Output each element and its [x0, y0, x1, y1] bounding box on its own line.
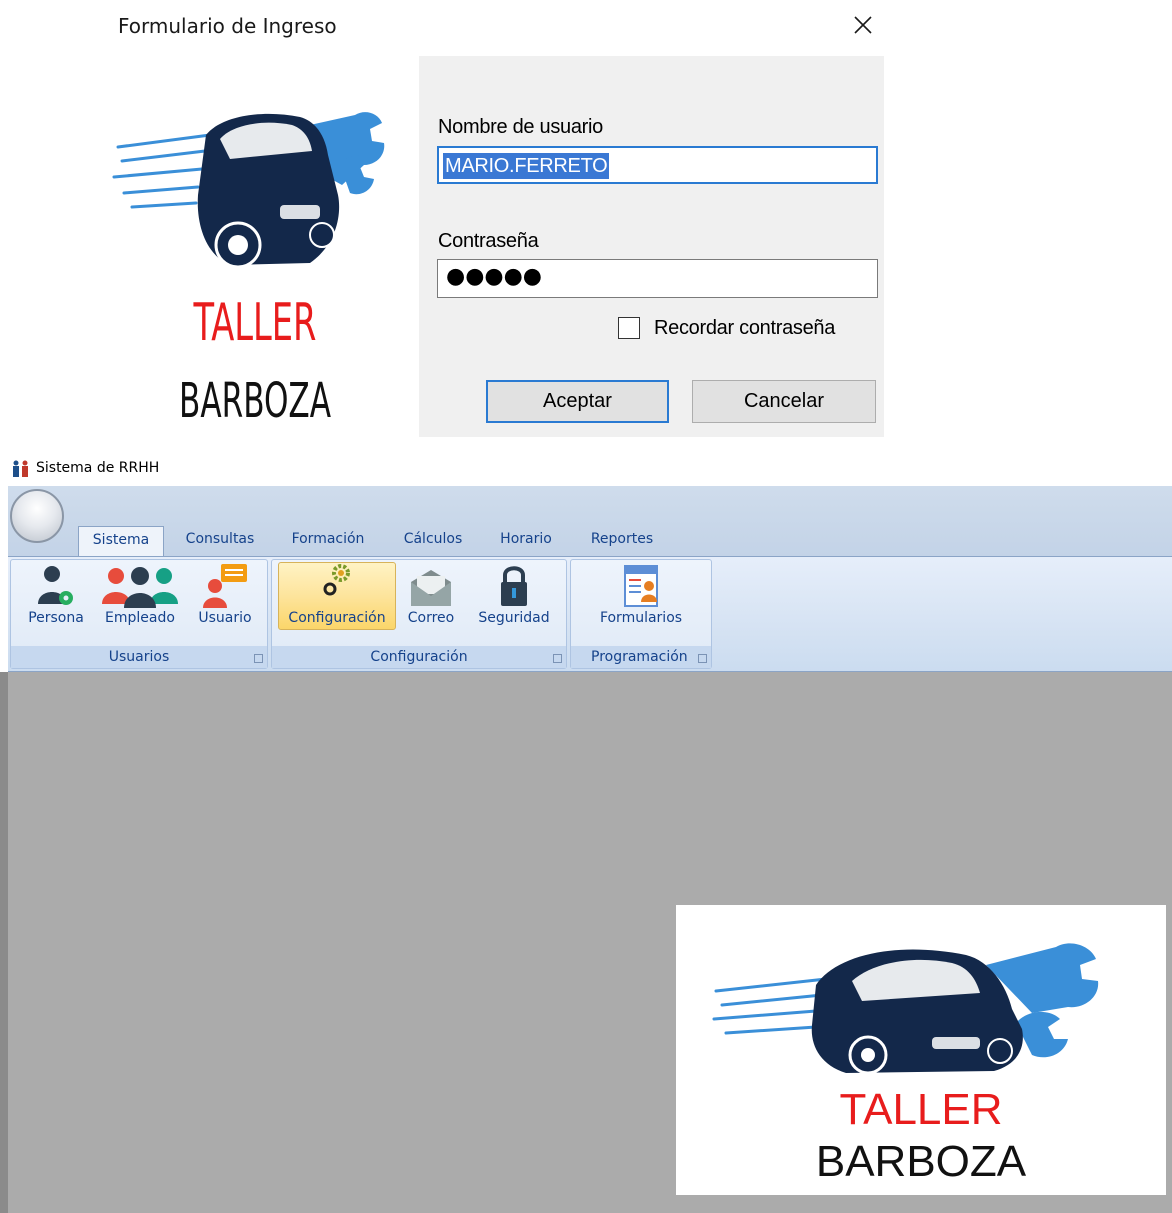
- dialog-launcher-icon[interactable]: [698, 654, 707, 663]
- formularios-button[interactable]: Formularios: [588, 562, 694, 630]
- logo-text-taller: TALLER: [839, 1085, 1003, 1134]
- person-settings-icon: [38, 566, 73, 605]
- employees-group-icon: [102, 567, 178, 608]
- gears-icon: [323, 564, 350, 596]
- app-title: Sistema de RRHH: [36, 460, 160, 476]
- envelope-icon: [411, 570, 451, 606]
- seguridad-button[interactable]: Seguridad: [474, 562, 554, 630]
- configuracion-button[interactable]: Configuración: [278, 562, 396, 630]
- group-label: Programación: [571, 646, 711, 668]
- group-label: Configuración: [272, 646, 566, 668]
- password-mask: ●●●●●: [446, 264, 542, 289]
- tab-reportes[interactable]: Reportes: [580, 526, 664, 556]
- password-label: Contraseña: [438, 230, 539, 252]
- remember-password-checkbox[interactable]: Recordar contraseña: [618, 313, 835, 343]
- correo-button[interactable]: Correo: [400, 562, 462, 630]
- logo-text-barboza: BARBOZA: [179, 373, 331, 429]
- application-menu-button[interactable]: [10, 489, 64, 543]
- formularios-label: Formularios: [599, 610, 683, 626]
- car-wrench-logo-icon: [712, 943, 1099, 1075]
- usuario-button[interactable]: Usuario: [190, 562, 260, 630]
- logo-text-barboza: BARBOZA: [815, 1137, 1027, 1186]
- tab-calculos[interactable]: Cálculos: [394, 526, 472, 556]
- password-input[interactable]: ●●●●●: [437, 259, 878, 298]
- padlock-icon: [501, 566, 527, 606]
- empleado-label: Empleado: [105, 610, 175, 626]
- tab-formacion[interactable]: Formación: [280, 526, 376, 556]
- tab-consultas[interactable]: Consultas: [177, 526, 263, 556]
- usuario-label: Usuario: [198, 610, 252, 626]
- checkbox-box[interactable]: [618, 317, 640, 339]
- dialog-launcher-icon[interactable]: [254, 654, 263, 663]
- app-titlebar: [0, 452, 1172, 486]
- persona-label: Persona: [28, 610, 84, 626]
- dialog-launcher-icon[interactable]: [553, 654, 562, 663]
- configuracion-label: Configuración: [288, 610, 386, 626]
- people-icon: [11, 460, 31, 478]
- accept-button[interactable]: Aceptar: [486, 380, 669, 423]
- workspace-logo: TALLER BARBOZA: [676, 905, 1166, 1195]
- correo-label: Correo: [407, 610, 455, 626]
- cancel-button[interactable]: Cancelar: [692, 380, 876, 423]
- username-input[interactable]: MARIO.FERRETO: [437, 146, 878, 184]
- close-icon[interactable]: [848, 10, 878, 40]
- persona-button[interactable]: Persona: [24, 562, 88, 630]
- company-logo: TALLER BARBOZA: [110, 95, 400, 435]
- username-label: Nombre de usuario: [438, 116, 603, 138]
- empleado-button[interactable]: Empleado: [98, 562, 182, 630]
- group-label: Usuarios: [11, 646, 267, 668]
- form-user-icon: [624, 565, 658, 607]
- tab-sistema[interactable]: Sistema: [78, 526, 164, 556]
- logo-text-taller: TALLER: [193, 293, 317, 353]
- seguridad-label: Seguridad: [478, 610, 550, 626]
- username-value: MARIO.FERRETO: [443, 153, 610, 179]
- remember-password-label: Recordar contraseña: [654, 316, 836, 339]
- car-wrench-logo-icon: [112, 112, 385, 269]
- user-chat-icon: [203, 564, 247, 608]
- tab-horario[interactable]: Horario: [488, 526, 564, 556]
- login-dialog-title: Formulario de Ingreso: [118, 14, 337, 38]
